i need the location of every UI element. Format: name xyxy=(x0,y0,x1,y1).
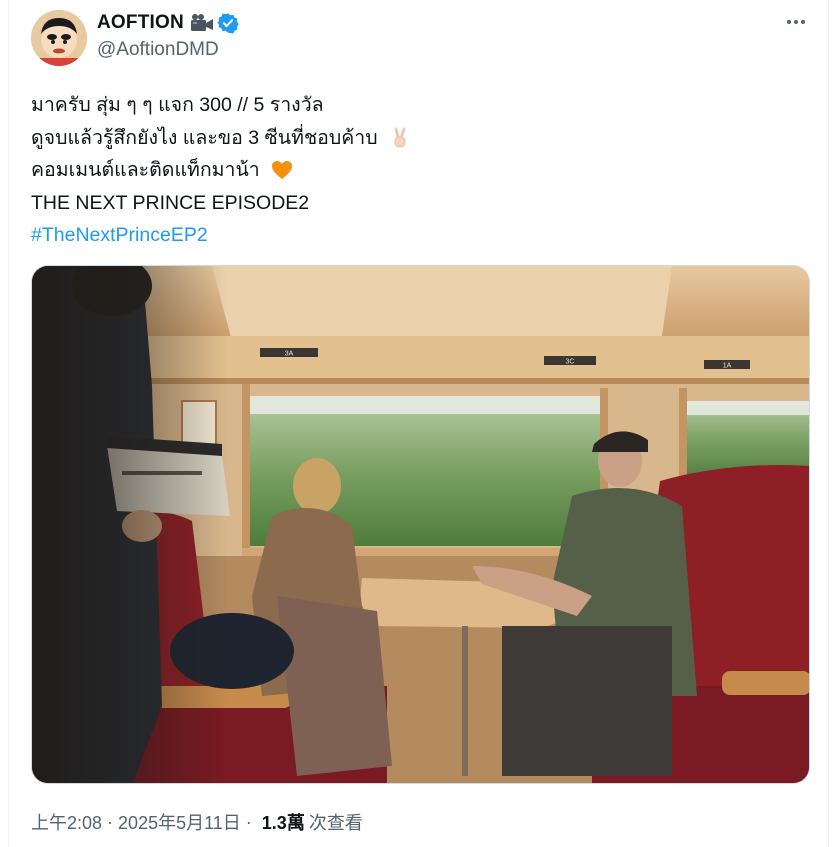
views-count[interactable]: 1.3萬 xyxy=(262,809,305,835)
cartoon-boy-avatar-icon xyxy=(31,10,87,66)
tweet-text: มาครับ สุ่ม ๆ ๆ แจก 300 // 5 รางวัล ดูจบ… xyxy=(31,89,811,252)
author-handle[interactable]: @AoftionDMD xyxy=(97,39,219,61)
tweet-card: AOFTION @AoftionDMD มาครับ สุ่ม ๆ ๆ แจก … xyxy=(8,0,829,847)
more-horizontal-icon xyxy=(794,20,798,24)
tweet-line-text: ดูจบแล้วรู้สึกยังไง และขอ 3 ซีนที่ชอบค้า… xyxy=(31,126,378,149)
train-scene-image: 3D 3A 3C 1A xyxy=(32,266,809,783)
tweet-date[interactable]: 2025年5月11日 xyxy=(118,809,241,835)
tweet-photo[interactable]: 3D 3A 3C 1A xyxy=(31,265,810,784)
tweet-line-text: THE NEXT PRINCE EPISODE2 xyxy=(31,191,310,214)
verified-badge-icon[interactable] xyxy=(217,12,239,34)
more-horizontal-icon xyxy=(787,20,791,24)
more-horizontal-icon xyxy=(801,20,805,24)
separator: · xyxy=(245,811,252,832)
tweet-line: THE NEXT PRINCE EPISODE2 xyxy=(31,187,811,220)
tweet-metadata: 上午2:08 · 2025年5月11日 · 1.3萬 次查看 xyxy=(31,809,363,835)
display-name[interactable]: AOFTION xyxy=(97,12,184,34)
author-name-row: AOFTION xyxy=(97,11,239,35)
tweet-line: ดูจบแล้วรู้สึกยังไง และขอ 3 ซีนที่ชอบค้า… xyxy=(31,122,811,155)
separator: · xyxy=(107,811,114,832)
more-options-button[interactable] xyxy=(782,12,810,32)
tweet-line-text: คอมเมนต์และติดแท็กมาน้า xyxy=(31,159,260,181)
movie-camera-icon xyxy=(190,13,214,33)
tweet-line-text: มาครับ สุ่ม ๆ ๆ แจก 300 // 5 รางวัล xyxy=(31,94,324,116)
hashtag-link[interactable]: #TheNextPrinceEP2 xyxy=(31,219,208,252)
tweet-time[interactable]: 上午2:08 xyxy=(31,809,102,835)
orange-heart-emoji-icon xyxy=(270,158,294,182)
victory-hand-emoji-icon xyxy=(388,126,412,150)
views-label: 次查看 xyxy=(308,813,363,833)
tweet-line: คอมเมนต์และติดแท็กมาน้า xyxy=(31,154,811,187)
tweet-line: มาครับ สุ่ม ๆ ๆ แจก 300 // 5 รางวัล xyxy=(31,89,811,122)
tweet-line: #TheNextPrinceEP2 xyxy=(31,219,811,252)
avatar[interactable] xyxy=(31,10,87,66)
